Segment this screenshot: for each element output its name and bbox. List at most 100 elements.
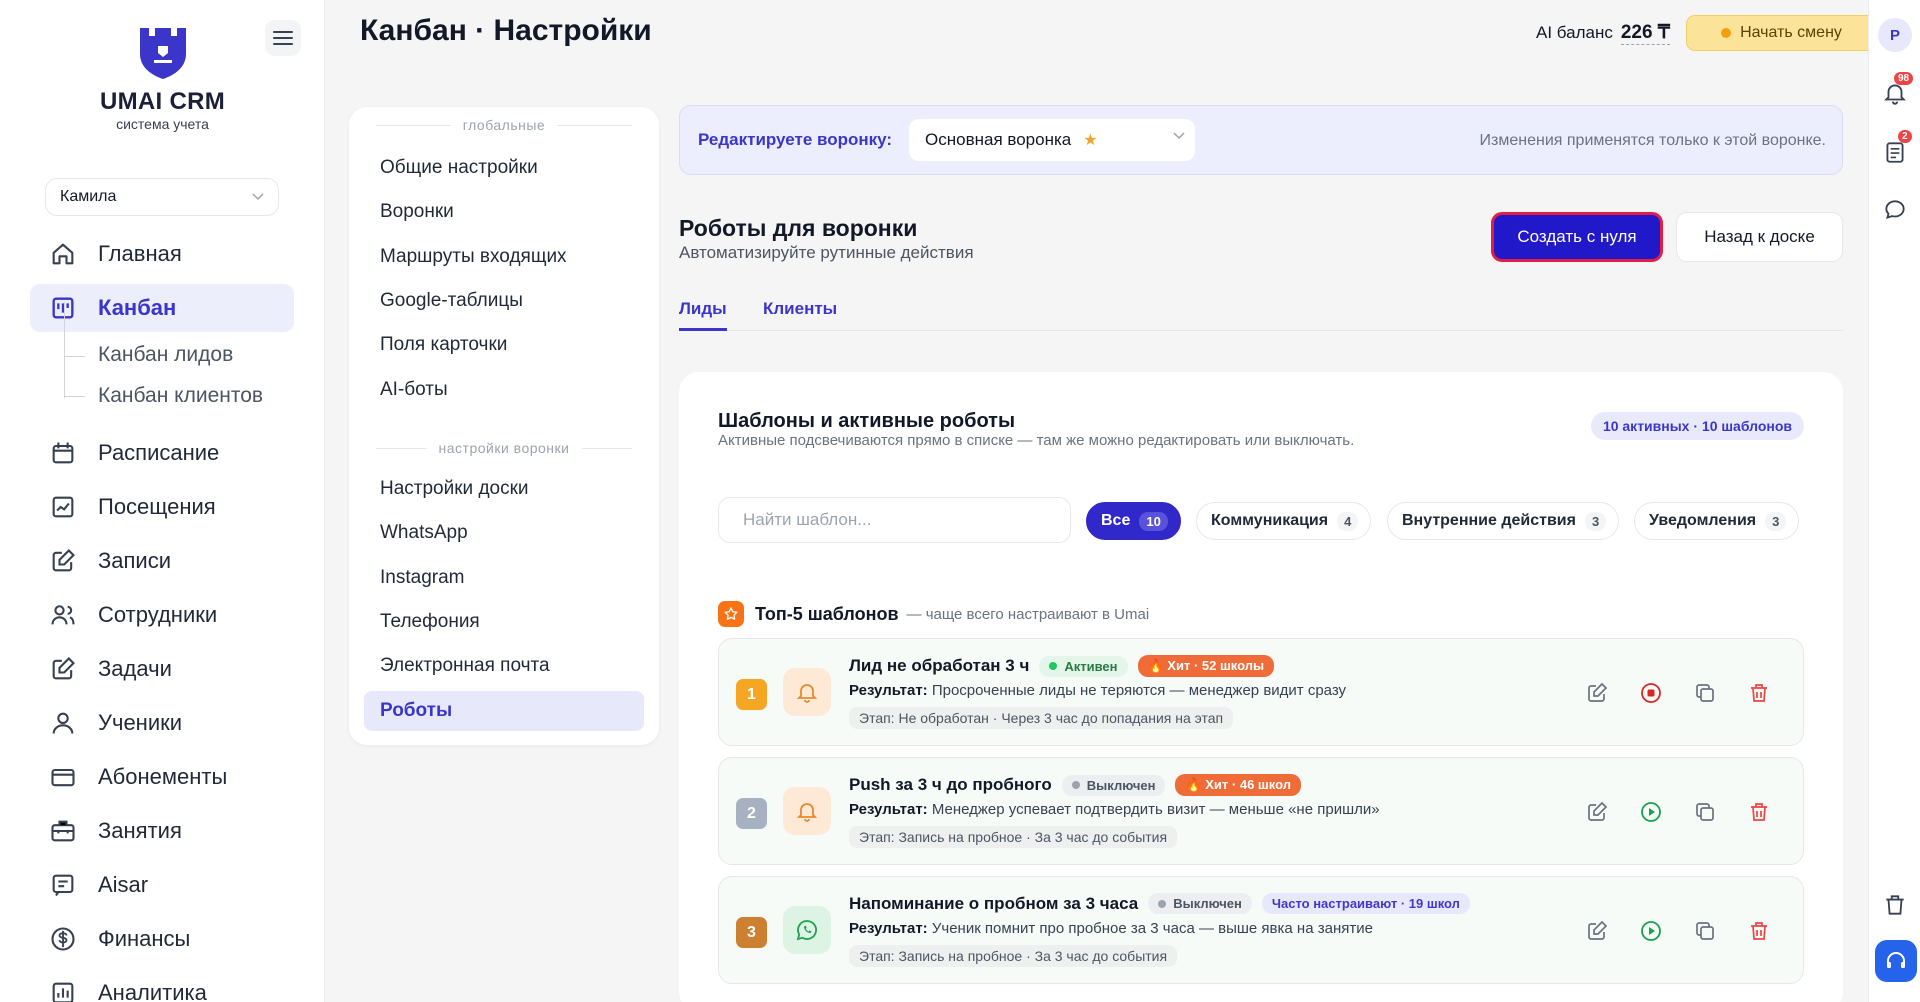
notifications-badge: 98	[1894, 72, 1914, 85]
section-label-global: глобальные	[376, 117, 632, 133]
template-name: Лид не обработан 3 ч	[849, 656, 1030, 675]
robots-title: Роботы для воронки	[679, 215, 918, 241]
filter-chip[interactable]: Уведомления 3	[1634, 502, 1800, 540]
edit-icon[interactable]	[1585, 800, 1609, 824]
template-name: Напоминание о пробном за 3 часа	[849, 893, 1139, 913]
trash-button[interactable]	[1882, 892, 1908, 918]
subnav-item-kanban-leads[interactable]: Канбан лидов	[98, 343, 233, 367]
card-icon	[48, 762, 78, 792]
nav-item-0[interactable]: Главная	[30, 230, 294, 278]
robot-tabs: Лиды Клиенты	[679, 299, 1843, 331]
nav-item-6[interactable]: Задачи	[30, 645, 294, 693]
result-text: Менеджер успевает подтвердить визит — ме…	[931, 801, 1380, 818]
nav-item-12[interactable]: Аналитика	[30, 969, 294, 1002]
filter-chip[interactable]: Внутренние действия 3	[1387, 502, 1620, 540]
subnav-item-kanban-clients[interactable]: Канбан клиентов	[98, 384, 263, 408]
sidebar: UMAI CRM система учета Камила Главная Кан…	[0, 0, 325, 1002]
nav-item-3[interactable]: Посещения	[30, 483, 294, 531]
chevron-down-icon	[1173, 132, 1185, 140]
brand-tagline: система учета	[116, 116, 209, 132]
settings-item[interactable]: Instagram	[364, 558, 644, 598]
templates-subtitle: Активные подсвечиваются прямо в списке —…	[718, 432, 1355, 449]
stage-chip: Этап: Не обработан · Через 3 час до попа…	[849, 707, 1234, 729]
back-to-board-button[interactable]: Назад к доске	[1676, 212, 1843, 262]
nav-item-5[interactable]: Сотрудники	[30, 591, 294, 639]
analytics-icon	[48, 978, 78, 1002]
filter-chip-count: 3	[1584, 511, 1607, 531]
template-row[interactable]: 1 Лид не обработан 3 ч Активен 🔥 Хит · 52 ш…	[718, 638, 1804, 746]
funnel-edit-bar: Редактируете воронку: Основная воронка ★…	[679, 105, 1843, 175]
status-badge: Выключен	[1061, 774, 1166, 796]
settings-item[interactable]: WhatsApp	[364, 513, 644, 553]
trash-icon[interactable]	[1747, 919, 1771, 943]
settings-item[interactable]: Настройки доски	[364, 469, 644, 509]
funnel-select[interactable]: Основная воронка ★	[909, 119, 1195, 161]
edit-icon[interactable]	[1585, 919, 1609, 943]
avatar[interactable]: P	[1878, 18, 1912, 52]
trash-icon[interactable]	[1747, 800, 1771, 824]
edit-icon[interactable]	[1585, 681, 1609, 705]
home-icon	[48, 239, 78, 269]
template-row[interactable]: 3 Напоминание о пробном за 3 часа Выключен…	[718, 876, 1804, 984]
funnel-label: Редактируете воронку:	[698, 130, 893, 149]
status-label: Выключен	[1173, 896, 1242, 911]
settings-item[interactable]: Телефония	[364, 602, 644, 642]
top5-title: Топ-5 шаблонов	[755, 603, 899, 624]
result-text: Просроченные лиды не теряются — менеджер…	[931, 682, 1347, 699]
settings-item[interactable]: Поля карточки	[364, 325, 644, 365]
settings-item[interactable]: AI-боты	[364, 370, 644, 410]
trash-icon[interactable]	[1747, 681, 1771, 705]
nav-item-label: Ученики	[98, 710, 183, 735]
stage-chip: Этап: Запись на пробное · За 3 час до со…	[849, 945, 1178, 967]
copy-icon[interactable]	[1693, 800, 1717, 824]
menu-toggle-button[interactable]	[265, 20, 301, 56]
play-icon[interactable]	[1639, 800, 1663, 824]
nav-item-7[interactable]: Ученики	[30, 699, 294, 747]
nav-item-11[interactable]: Финансы	[30, 915, 294, 963]
settings-item[interactable]: Google-таблицы	[364, 281, 644, 321]
settings-item[interactable]: Электронная почта	[364, 646, 644, 686]
nav-item-8[interactable]: Абонементы	[30, 753, 294, 801]
tab-leads[interactable]: Лиды	[679, 299, 727, 331]
bell-icon	[783, 668, 831, 716]
chat-button[interactable]	[1882, 197, 1908, 223]
brand-logo[interactable]: UMAI CRM система учета	[95, 26, 230, 132]
support-button[interactable]	[1875, 940, 1917, 982]
ai-balance-value[interactable]: 226 ₸	[1620, 21, 1670, 45]
tasks-button[interactable]: 2	[1882, 130, 1912, 165]
nav-item-2[interactable]: Расписание	[30, 429, 294, 477]
filter-chip[interactable]: Все 10	[1086, 502, 1181, 540]
rank-badge: 3	[736, 917, 767, 948]
whatsapp-icon	[783, 906, 831, 954]
nav-item-4[interactable]: Записи	[30, 537, 294, 585]
settings-item[interactable]: Роботы	[364, 690, 644, 731]
template-name-line: Напоминание о пробном за 3 часа Выключен Ч…	[849, 893, 1470, 914]
tab-clients[interactable]: Клиенты	[763, 299, 837, 331]
copy-icon[interactable]	[1693, 919, 1717, 943]
settings-item[interactable]: Воронки	[364, 192, 644, 232]
settings-item[interactable]: Маршруты входящих	[364, 237, 644, 277]
result-label: Результат:	[849, 682, 928, 699]
stop-icon[interactable]	[1639, 681, 1663, 705]
calendar-icon	[48, 438, 78, 468]
user-select[interactable]: Камила	[45, 178, 279, 216]
start-shift-button[interactable]: Начать смену	[1686, 15, 1877, 51]
chat-bubble-icon	[1885, 200, 1905, 220]
result-text: Ученик помнит про пробное за 3 часа — вы…	[931, 920, 1373, 937]
funnel-note: Изменения применятся только к этой ворон…	[1479, 132, 1826, 149]
template-search-input[interactable]	[718, 497, 1071, 543]
template-name: Push за 3 ч до пробного	[849, 775, 1052, 794]
template-result: Результат: Просроченные лиды не теряются…	[849, 682, 1346, 699]
row-actions	[1585, 919, 1771, 943]
filter-chip[interactable]: Коммуникация 4	[1196, 502, 1372, 540]
templates-counter-badge: 10 активных · 10 шаблонов	[1590, 412, 1804, 440]
create-from-scratch-button[interactable]: Создать с нуля	[1491, 212, 1663, 262]
notifications-button[interactable]: 98	[1882, 72, 1914, 106]
copy-icon[interactable]	[1693, 681, 1717, 705]
settings-item[interactable]: Общие настройки	[364, 148, 644, 188]
star-icon: ★	[1083, 132, 1098, 149]
nav-item-9[interactable]: Занятия	[30, 807, 294, 855]
template-row[interactable]: 2 Push за 3 ч до пробного Выключен 🔥 Хит · …	[718, 757, 1804, 865]
play-icon[interactable]	[1639, 919, 1663, 943]
nav-item-10[interactable]: Aisar	[30, 861, 294, 909]
